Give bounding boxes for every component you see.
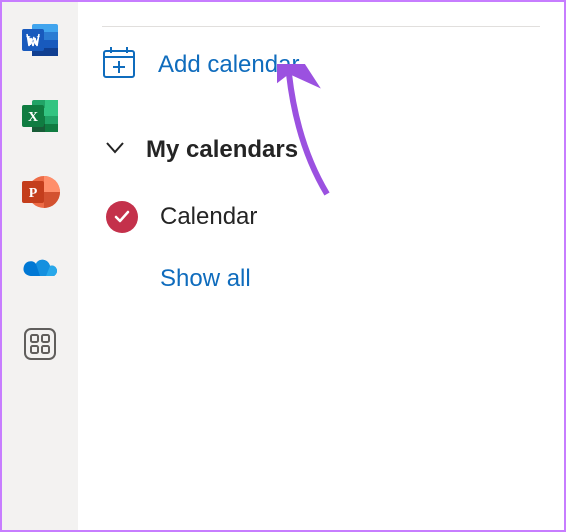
show-all-link[interactable]: Show all	[160, 265, 251, 293]
svg-text:X: X	[28, 110, 38, 125]
add-calendar-button[interactable]: Add calendar	[102, 45, 540, 84]
chevron-down-icon	[102, 134, 128, 165]
app-rail: W X P	[2, 2, 78, 530]
calendar-checkmark-icon[interactable]	[106, 201, 138, 233]
section-title: My calendars	[146, 136, 298, 164]
add-calendar-label: Add calendar	[158, 51, 299, 79]
divider	[102, 26, 540, 27]
svg-text:W: W	[26, 34, 40, 49]
word-app-icon[interactable]: W	[18, 18, 62, 62]
add-calendar-icon	[102, 45, 136, 84]
calendar-item[interactable]: Calendar	[106, 201, 540, 233]
powerpoint-app-icon[interactable]: P	[18, 170, 62, 214]
excel-app-icon[interactable]: X	[18, 94, 62, 138]
calendar-sidebar: Add calendar My calendars Calendar Show …	[78, 2, 564, 530]
onedrive-app-icon[interactable]	[18, 246, 62, 290]
calendar-name: Calendar	[160, 203, 257, 231]
svg-text:P: P	[29, 186, 38, 201]
all-apps-icon[interactable]	[18, 322, 62, 366]
my-calendars-section-header[interactable]: My calendars	[102, 134, 540, 165]
